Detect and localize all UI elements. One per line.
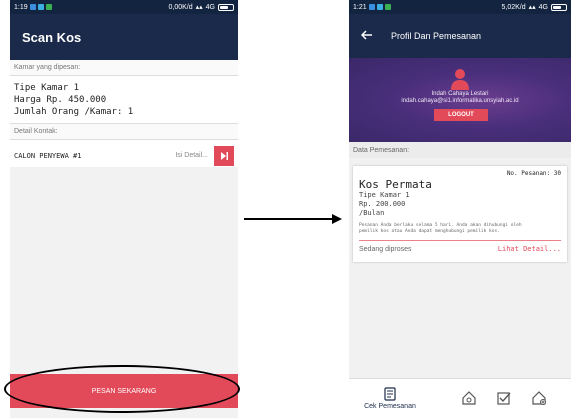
notification-icon <box>37 4 44 10</box>
nav-check-orders[interactable]: Cek Pemesanan <box>349 378 431 418</box>
back-arrow-icon[interactable] <box>360 27 373 45</box>
status-row: Sedang diproses Lihat Detail... <box>359 245 561 253</box>
network-type: 4G <box>205 3 215 11</box>
tenant-label: CALON PENYEWA #1 <box>14 151 82 160</box>
notification-icon <box>368 4 375 10</box>
app-bar: Scan Kos <box>10 14 238 60</box>
nav-approve[interactable] <box>486 378 521 418</box>
signal-icon: ▴▴ <box>528 4 536 11</box>
status-bar: 1:21 5,02K/d ▴▴ 4G <box>349 0 571 14</box>
kos-name: Kos Permata <box>359 178 432 191</box>
page-title: Scan Kos <box>22 29 82 45</box>
notification-icon <box>45 4 52 10</box>
signal-icon: ▴▴ <box>195 4 203 11</box>
booking-notice: Pesanan Anda berlaku selama 5 hari. Anda… <box>359 223 561 235</box>
checkmark-icon <box>496 391 512 405</box>
nav-home[interactable] <box>451 378 486 418</box>
order-number: No. Pesanan: 30 <box>506 170 561 177</box>
tenant-detail-placeholder[interactable]: Isi Detail... <box>175 152 208 159</box>
booking-card[interactable]: No. Pesanan: 30 Kos Permata Tipe Kamar 1… <box>353 166 567 262</box>
status-bar: 1:19 0,00K/d ▴▴ 4G <box>10 0 238 14</box>
notification-icon <box>29 4 36 10</box>
right-phone-screen: 1:21 5,02K/d ▴▴ 4G Profil Dan Pemesanan … <box>349 0 571 418</box>
notification-icon <box>384 4 391 10</box>
network-speed: 0,00K/d <box>168 3 193 11</box>
booking-status: Sedang diproses <box>359 245 412 253</box>
room-type: Tipe Kamar 1 <box>14 83 80 93</box>
booking-price: Rp. 200.000 <box>359 200 406 208</box>
flow-arrow-icon <box>244 214 342 224</box>
status-time: 1:19 <box>14 3 28 11</box>
booking-period: /Bulan <box>359 209 385 217</box>
contact-section-label: Detail Kontak: <box>10 124 238 140</box>
receipt-icon <box>384 386 396 401</box>
profile-email: indah.cahaya@si1.informatika.unsyiah.ac.… <box>401 98 519 104</box>
nav-add-home[interactable] <box>521 378 556 418</box>
profile-banner: Indah Cahaya Lestari indah.cahaya@si1.in… <box>349 58 571 142</box>
room-occupancy: Jumlah Orang /Kamar: 1 <box>14 107 134 117</box>
home-add-icon <box>531 391 547 405</box>
booking-room-type: Tipe Kamar 1 <box>359 191 410 199</box>
network-type: 4G <box>538 3 548 11</box>
notification-icon <box>376 4 383 10</box>
avatar-icon <box>451 69 469 90</box>
home-camera-icon <box>461 391 477 405</box>
highlight-circle <box>4 365 240 413</box>
profile-name: Indah Cahaya Lestari <box>431 91 489 97</box>
status-time: 1:21 <box>353 3 367 11</box>
room-price: Harga Rp. 450.000 <box>14 95 107 105</box>
room-info: Tipe Kamar 1 Harga Rp. 450.000 Jumlah Or… <box>10 76 238 124</box>
divider <box>359 240 561 241</box>
nav-label: Cek Pemesanan <box>364 402 416 410</box>
bottom-nav: Cek Pemesanan <box>349 378 571 418</box>
next-arrow-icon[interactable] <box>214 145 234 166</box>
logout-button[interactable]: LOGOUT <box>434 109 488 121</box>
left-phone-screen: 1:19 0,00K/d ▴▴ 4G Scan Kos Kamar yang d… <box>10 0 238 418</box>
room-section-label: Kamar yang dipesan: <box>10 60 238 76</box>
app-bar: Profil Dan Pemesanan <box>349 14 571 58</box>
network-speed: 5,02K/d <box>501 3 526 11</box>
battery-icon <box>551 3 567 11</box>
see-detail-link[interactable]: Lihat Detail... <box>498 245 561 253</box>
battery-icon <box>218 3 234 11</box>
page-title: Profil Dan Pemesanan <box>391 31 482 41</box>
notice-line: pemilik kos atau Anda dapat menghubungi … <box>359 229 500 234</box>
